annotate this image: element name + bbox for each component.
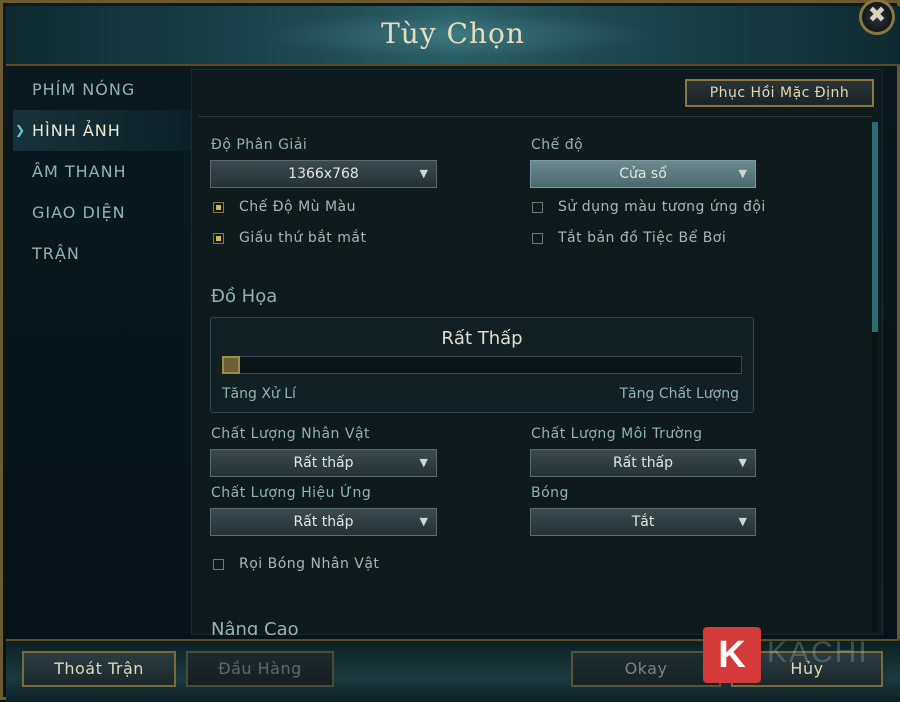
sidebar-item-sound[interactable]: ÂM THANH [13, 151, 191, 192]
graphics-slider-track[interactable] [222, 356, 742, 374]
slider-min-label: Tăng Xử Lí [222, 386, 296, 402]
close-icon[interactable]: ✖ [859, 0, 895, 35]
resolution-label: Độ Phân Giải [211, 137, 308, 153]
shadows-label: Bóng [531, 485, 569, 501]
checkbox-checked[interactable] [213, 202, 224, 213]
environment-quality-label: Chất Lượng Môi Trường [531, 426, 703, 442]
chevron-down-icon: ▼ [738, 515, 747, 528]
sidebar-item-label: ÂM THANH [32, 162, 127, 181]
checkbox-label: Giấu thứ bắt mắt [239, 230, 367, 246]
sidebar-item-label: GIAO DIỆN [32, 203, 126, 222]
surrender-button[interactable]: Đầu Hàng [186, 651, 334, 687]
environment-quality-dropdown[interactable]: Rất thấp ▼ [530, 449, 756, 477]
divider [198, 116, 872, 117]
watermark-text: KACHI [767, 636, 869, 669]
effects-quality-value: Rất thấp [293, 514, 354, 530]
chevron-down-icon: ▼ [419, 456, 428, 469]
slider-max-label: Tăng Chất Lượng [619, 386, 739, 402]
window-mode-value: Cửa sổ [619, 166, 667, 182]
quit-game-button[interactable]: Thoát Trận [22, 651, 176, 687]
character-quality-dropdown[interactable]: Rất thấp ▼ [210, 449, 437, 477]
chevron-down-icon: ▼ [738, 167, 747, 180]
checkbox-unchecked[interactable] [532, 233, 543, 244]
chevron-right-icon: ❯ [15, 123, 27, 137]
checkbox-checked[interactable] [213, 233, 224, 244]
shadows-value: Tắt [631, 514, 655, 530]
scrollbar[interactable] [872, 122, 878, 632]
graphics-section-title: Đồ Họa [211, 286, 278, 307]
sidebar-item-label: HÌNH ẢNH [32, 121, 121, 140]
checkbox-label: Rọi Bóng Nhân Vật [239, 556, 380, 572]
watermark: K KACHI [703, 626, 883, 684]
graphics-level-value: Rất Thấp [441, 328, 523, 349]
mode-label: Chế độ [531, 137, 584, 153]
sidebar-item-label: TRẬN [32, 244, 80, 263]
resolution-dropdown[interactable]: 1366x768 ▼ [210, 160, 437, 188]
environment-quality-value: Rất thấp [612, 455, 674, 471]
options-window: Tùy Chọn ✖ PHÍM NÓNG ❯ HÌNH ẢNH ÂM THANH… [0, 0, 900, 702]
window-mode-dropdown[interactable]: Cửa sổ ▼ [530, 160, 756, 188]
scrollbar-thumb[interactable] [872, 122, 878, 332]
checkbox-unchecked[interactable] [213, 559, 224, 570]
checkbox-label: Tắt bản đồ Tiệc Bể Bơi [558, 230, 727, 246]
sidebar-item-interface[interactable]: GIAO DIỆN [13, 192, 191, 233]
disable-pool-party-map-checkbox[interactable]: Tắt bản đồ Tiệc Bể Bơi [532, 230, 832, 248]
character-shadows-checkbox[interactable]: Rọi Bóng Nhân Vật [213, 556, 493, 574]
window-title: Tùy Chọn [381, 17, 525, 50]
colorblind-mode-checkbox[interactable]: Chế Độ Mù Màu [213, 199, 493, 217]
advanced-section-title: Nâng Cao [211, 619, 299, 635]
chevron-down-icon: ▼ [738, 456, 747, 469]
graphics-slider-box: Rất Thấp Tăng Xử Lí Tăng Chất Lượng [210, 317, 754, 413]
character-quality-label: Chất Lượng Nhân Vật [211, 426, 371, 442]
sidebar-item-video[interactable]: ❯ HÌNH ẢNH [13, 110, 191, 151]
character-quality-value: Rất thấp [293, 455, 354, 471]
sidebar: PHÍM NÓNG ❯ HÌNH ẢNH ÂM THANH GIAO DIỆN … [13, 69, 191, 635]
relative-team-colors-checkbox[interactable]: Sử dụng màu tương ứng đội [532, 199, 832, 217]
resolution-value: 1366x768 [288, 166, 359, 182]
checkbox-label: Chế Độ Mù Màu [239, 199, 357, 215]
checkbox-unchecked[interactable] [532, 202, 543, 213]
hide-eye-candy-checkbox[interactable]: Giấu thứ bắt mắt [213, 230, 493, 248]
graphics-slider-handle[interactable] [222, 356, 240, 374]
shadows-dropdown[interactable]: Tắt ▼ [530, 508, 756, 536]
sidebar-item-hotkeys[interactable]: PHÍM NÓNG [13, 69, 191, 110]
okay-button[interactable]: Okay [571, 651, 721, 687]
effects-quality-label: Chất Lượng Hiệu Ứng [211, 485, 372, 501]
checkbox-label: Sử dụng màu tương ứng đội [558, 199, 766, 215]
chevron-down-icon: ▼ [419, 167, 428, 180]
restore-defaults-button[interactable]: Phục Hồi Mặc Định [685, 79, 874, 107]
effects-quality-dropdown[interactable]: Rất thấp ▼ [210, 508, 437, 536]
watermark-logo: K [703, 627, 761, 683]
sidebar-item-game[interactable]: TRẬN [13, 233, 191, 274]
chevron-down-icon: ▼ [419, 515, 428, 528]
sidebar-item-label: PHÍM NÓNG [32, 80, 136, 99]
